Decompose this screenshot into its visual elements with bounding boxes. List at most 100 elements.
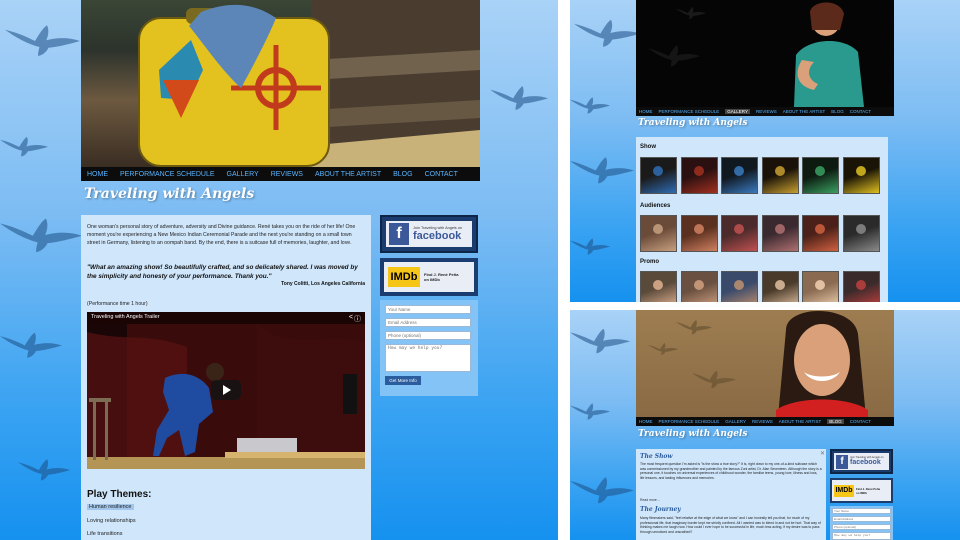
bird-silhouette-icon <box>570 92 610 116</box>
imdb-logo: IMDb <box>388 267 420 287</box>
facebook-wordmark: facebook <box>850 459 881 466</box>
play-themes-heading: Play Themes: <box>87 489 152 500</box>
nav-blog[interactable]: BLOG <box>393 171 412 178</box>
site-title[interactable]: Traveling with Angels <box>638 429 747 439</box>
nav-contact[interactable]: CONTACT <box>850 419 871 424</box>
share-icon[interactable]: < <box>349 314 353 321</box>
gallery-thumbnail[interactable] <box>802 157 839 194</box>
bird-silhouette-icon <box>570 150 634 186</box>
nav-gallery[interactable]: GALLERY <box>227 171 259 178</box>
performance-time: (Performance time 1 hour) <box>87 301 148 307</box>
suitcase-photo-illustration <box>138 0 480 167</box>
gallery-thumbnail[interactable] <box>842 271 880 302</box>
bird-silhouette-icon <box>18 450 70 486</box>
about-content: The Show The most frequent question I'm … <box>636 449 826 540</box>
nav-about-the-artist[interactable]: ABOUT THE ARTIST <box>779 419 822 424</box>
get-more-info-button[interactable]: Get More Info <box>385 376 421 385</box>
bird-silhouette-icon <box>574 12 640 50</box>
message-textarea[interactable] <box>385 344 471 372</box>
section-title-the-show: The Show <box>640 453 673 460</box>
gallery-thumbnail[interactable] <box>842 215 880 252</box>
nav-performance-schedule[interactable]: PERFORMANCE SCHEDULE <box>659 419 720 424</box>
gallery-thumbnail[interactable] <box>721 271 758 302</box>
gallery-thumbnail[interactable] <box>842 157 880 194</box>
contact-form: Get More Info <box>380 300 478 396</box>
gallery-page-panel: HOME PERFORMANCE SCHEDULE GALLERY REVIEW… <box>570 0 960 302</box>
bird-silhouette-icon <box>0 210 82 255</box>
nav-reviews[interactable]: REVIEWS <box>271 171 303 178</box>
message-textarea[interactable] <box>832 532 891 540</box>
section-title-the-journey: The Journey <box>640 506 681 513</box>
hero-photo <box>636 0 894 107</box>
bird-silhouette-icon <box>490 80 548 112</box>
gallery-thumbnail[interactable] <box>640 215 677 252</box>
nav-gallery[interactable]: GALLERY <box>725 109 750 114</box>
gallery-section-audiences: Audiences <box>640 203 671 209</box>
nav-blog[interactable]: BLOG <box>831 109 844 114</box>
gallery-thumbnail[interactable] <box>640 271 677 302</box>
play-button-icon[interactable] <box>211 380 241 400</box>
gallery-thumbnail[interactable] <box>761 157 799 194</box>
gallery-content: Show Audiences Promo <box>636 137 888 302</box>
nav-reviews[interactable]: REVIEWS <box>752 419 773 424</box>
nav-blog[interactable]: BLOG <box>827 419 844 424</box>
gallery-thumbnail[interactable] <box>802 271 839 302</box>
imdb-on-text: on IMDb <box>424 277 440 282</box>
headshot-photo <box>636 310 868 417</box>
gallery-thumbnail[interactable] <box>680 157 718 194</box>
actress-on-stage-photo <box>636 2 864 107</box>
nav-about-the-artist[interactable]: ABOUT THE ARTIST <box>783 109 826 114</box>
phone-input[interactable] <box>385 331 471 340</box>
review-quote: "What an amazing show! So beautifully cr… <box>87 264 358 280</box>
nav-home[interactable]: HOME <box>87 171 108 178</box>
bird-silhouette-icon <box>570 322 630 356</box>
imdb-badge[interactable]: IMDb Find J. René Peña on IMDb <box>380 258 478 296</box>
gallery-thumbnail[interactable] <box>680 215 718 252</box>
info-icon[interactable]: ⓘ <box>354 314 361 324</box>
gallery-thumbnail[interactable] <box>802 215 839 252</box>
bird-silhouette-icon <box>570 398 610 422</box>
email-input[interactable] <box>832 516 891 522</box>
gallery-thumbnail[interactable] <box>761 215 799 252</box>
nav-about-the-artist[interactable]: ABOUT THE ARTIST <box>315 171 381 178</box>
bird-silhouette-icon <box>5 18 80 58</box>
nav-reviews[interactable]: REVIEWS <box>756 109 777 114</box>
facebook-badge[interactable]: f Join Traveling with Angels on facebook <box>380 215 478 253</box>
bird-silhouette-icon <box>0 325 62 361</box>
facebook-icon: f <box>836 454 848 469</box>
bird-silhouette-icon <box>0 130 48 160</box>
site-title[interactable]: Traveling with Angels <box>84 186 254 202</box>
main-navigation: HOME PERFORMANCE SCHEDULE GALLERY REVIEW… <box>636 417 894 426</box>
gallery-thumbnail[interactable] <box>721 215 758 252</box>
gallery-thumbnail[interactable] <box>680 271 718 302</box>
bird-silhouette-icon <box>570 470 634 506</box>
imdb-logo: IMDb <box>834 484 854 497</box>
site-title[interactable]: Traveling with Angels <box>638 118 747 128</box>
nav-contact[interactable]: CONTACT <box>850 109 871 114</box>
gallery-thumbnail[interactable] <box>761 271 799 302</box>
nav-performance-schedule[interactable]: PERFORMANCE SCHEDULE <box>120 171 215 178</box>
nav-home[interactable]: HOME <box>639 109 653 114</box>
home-page-panel: HOME PERFORMANCE SCHEDULE GALLERY REVIEW… <box>0 0 558 540</box>
read-more-link[interactable]: Read more... <box>640 498 660 502</box>
main-navigation: HOME PERFORMANCE SCHEDULE GALLERY REVIEW… <box>81 167 480 181</box>
nav-home[interactable]: HOME <box>639 419 653 424</box>
imdb-badge[interactable]: IMDb Find J. René Peña on IMDb <box>830 478 893 503</box>
gallery-thumbnail[interactable] <box>721 157 758 194</box>
close-icon[interactable]: ✕ <box>820 450 825 457</box>
facebook-badge[interactable]: f Join Traveling with Angels on facebook <box>830 449 893 474</box>
email-input[interactable] <box>385 318 471 327</box>
nav-contact[interactable]: CONTACT <box>425 171 458 178</box>
contact-form <box>830 506 893 540</box>
name-input[interactable] <box>385 305 471 314</box>
theme-item: Life transitions <box>87 531 123 537</box>
trailer-video-player[interactable]: Traveling with Angels Trailer < ⓘ <box>87 312 365 469</box>
phone-input[interactable] <box>832 524 891 530</box>
hero-photo <box>636 310 894 417</box>
nav-performance-schedule[interactable]: PERFORMANCE SCHEDULE <box>659 109 720 114</box>
gallery-thumbnail[interactable] <box>640 157 677 194</box>
section-text-the-journey: Many filmmakers said, "feel relative at … <box>640 516 821 534</box>
nav-gallery[interactable]: GALLERY <box>725 419 746 424</box>
gallery-section-show: Show <box>640 144 656 150</box>
name-input[interactable] <box>832 508 891 514</box>
